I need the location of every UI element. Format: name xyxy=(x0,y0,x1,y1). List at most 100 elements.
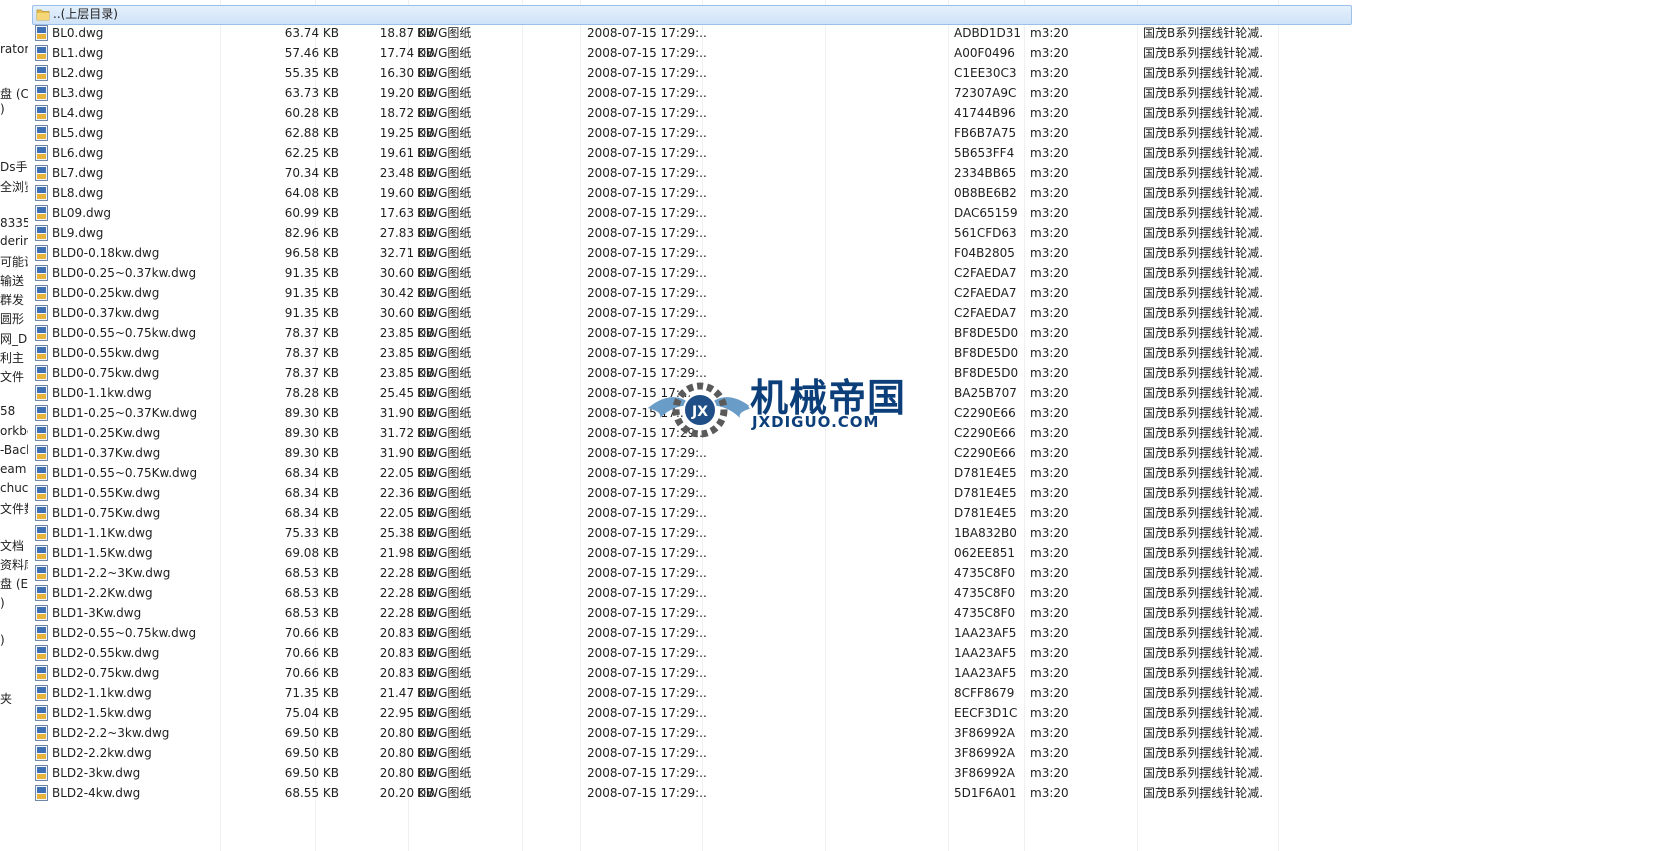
table-row[interactable]: BL3.dwg 63.73 KB 19.20 KB DWG图纸 2008-07-15 1… xyxy=(32,83,1352,104)
parent-directory-label: ..(上层目录) xyxy=(53,7,118,21)
file-type-cell: DWG图纸 xyxy=(417,66,472,80)
nav-item[interactable]: 文件数 xyxy=(0,500,28,517)
parent-directory-row[interactable]: ..(上层目录) xyxy=(32,5,1352,25)
modified-date-cell: 2008-07-15 17:29:... xyxy=(587,766,707,780)
nav-item[interactable]: eam F xyxy=(0,462,28,476)
table-row[interactable]: BLD2-0.55kw.dwg 70.66 KB 20.83 KB DWG图纸 2008… xyxy=(32,643,1352,664)
table-row[interactable]: BLD1-3Kw.dwg 68.53 KB 22.28 KB DWG图纸 2008-07… xyxy=(32,603,1352,624)
version-cell: m3:20 xyxy=(1030,126,1069,140)
version-cell: m3:20 xyxy=(1030,586,1069,600)
table-row[interactable]: BLD2-1.5kw.dwg 75.04 KB 22.95 KB DWG图纸 2008-… xyxy=(32,703,1352,724)
table-row[interactable]: BL09.dwg 60.99 KB 17.63 KB DWG图纸 2008-07-15 … xyxy=(32,203,1352,224)
table-row[interactable]: BLD1-2.2Kw.dwg 68.53 KB 22.28 KB DWG图纸 2008-… xyxy=(32,583,1352,604)
table-row[interactable]: BLD1-0.55~0.75Kw.dwg 68.34 KB 22.05 KB DWG图… xyxy=(32,463,1352,484)
nav-item[interactable]: orkbe xyxy=(0,424,28,438)
nav-item[interactable]: -Back xyxy=(0,443,28,457)
version-cell: m3:20 xyxy=(1030,386,1069,400)
file-type-cell: DWG图纸 xyxy=(417,266,472,280)
table-row[interactable]: BLD2-3kw.dwg 69.50 KB 20.80 KB DWG图纸 2008-07… xyxy=(32,763,1352,784)
table-row[interactable]: BLD0-0.25kw.dwg 91.35 KB 30.42 KB DWG图纸 2008… xyxy=(32,283,1352,304)
nav-item[interactable]: 盘 (C:) xyxy=(0,85,28,102)
crc-cell: C2290E66 xyxy=(954,446,1016,460)
table-row[interactable]: BL8.dwg 64.08 KB 19.60 KB DWG图纸 2008-07-15 1… xyxy=(32,183,1352,204)
description-cell: 国茂B系列摆线针轮减... xyxy=(1143,506,1263,520)
table-row[interactable]: BLD1-2.2~3Kw.dwg 68.53 KB 22.28 KB DWG图纸 200… xyxy=(32,563,1352,584)
table-row[interactable]: BLD2-2.2kw.dwg 69.50 KB 20.80 KB DWG图纸 2008-… xyxy=(32,743,1352,764)
description-cell: 国茂B系列摆线针轮减... xyxy=(1143,46,1263,60)
table-row[interactable]: BL6.dwg 62.25 KB 19.61 KB DWG图纸 2008-07-15 1… xyxy=(32,143,1352,164)
file-size-cell: 78.37 KB xyxy=(284,346,339,360)
nav-item[interactable]: 全浏览 xyxy=(0,178,28,195)
file-size-cell: 96.58 KB xyxy=(284,246,339,260)
nav-item[interactable]: ) xyxy=(0,633,5,647)
nav-item[interactable]: 圆形 xyxy=(0,310,24,327)
table-row[interactable]: BLD2-1.1kw.dwg 71.35 KB 21.47 KB DWG图纸 2008-… xyxy=(32,683,1352,704)
file-name-cell: BLD1-2.2~3Kw.dwg xyxy=(52,566,171,580)
table-row[interactable]: BLD2-4kw.dwg 68.55 KB 20.20 KB DWG图纸 2008-07… xyxy=(32,783,1352,804)
nav-item[interactable]: chuch xyxy=(0,481,28,495)
navigation-pane[interactable]: rator 盘 (C:)) Ds手机全浏览 8335f6 dering 可能说输送群发圆形… xyxy=(0,0,28,851)
table-row[interactable]: BLD1-1.5Kw.dwg 69.08 KB 21.98 KB DWG图纸 2008-… xyxy=(32,543,1352,564)
table-row[interactable]: BL1.dwg 57.46 KB 17.74 KB DWG图纸 2008-07-15 1… xyxy=(32,43,1352,64)
table-row[interactable]: BLD0-0.25~0.37kw.dwg 91.35 KB 30.60 KB DWG图… xyxy=(32,263,1352,284)
nav-item[interactable]: 8335f6 xyxy=(0,216,28,230)
file-name-cell: BL09.dwg xyxy=(52,206,112,220)
nav-item[interactable]: 文件 xyxy=(0,368,24,385)
nav-item[interactable]: dering xyxy=(0,234,28,248)
description-cell: 国茂B系列摆线针轮减... xyxy=(1143,566,1263,580)
nav-item[interactable]: 盘 (E:) xyxy=(0,575,28,592)
table-row[interactable]: BL4.dwg 60.28 KB 18.72 KB DWG图纸 2008-07-15 1… xyxy=(32,103,1352,124)
file-name-cell: BL1.dwg xyxy=(52,46,104,60)
file-name-cell: BLD1-0.55~0.75Kw.dwg xyxy=(52,466,198,480)
nav-item[interactable]: ) xyxy=(0,596,5,610)
table-row[interactable]: BL0.dwg 63.74 KB 18.87 KB DWG图纸 2008-07-15 1… xyxy=(32,23,1352,44)
nav-item[interactable]: 利主 xyxy=(0,349,24,366)
file-size-cell: 71.35 KB xyxy=(284,686,339,700)
folder-icon xyxy=(36,9,50,21)
table-row[interactable]: BL7.dwg 70.34 KB 23.48 KB DWG图纸 2008-07-15 1… xyxy=(32,163,1352,184)
table-row[interactable]: BLD1-0.75Kw.dwg 68.34 KB 22.05 KB DWG图纸 2008… xyxy=(32,503,1352,524)
nav-item[interactable]: rator xyxy=(0,42,28,56)
dwg-file-icon xyxy=(35,545,48,561)
table-row[interactable]: BLD0-0.55~0.75kw.dwg 78.37 KB 23.85 KB DWG图… xyxy=(32,323,1352,344)
file-name-cell: BL0.dwg xyxy=(52,26,104,40)
description-cell: 国茂B系列摆线针轮减... xyxy=(1143,66,1263,80)
table-row[interactable]: BLD2-0.75kw.dwg 70.66 KB 20.83 KB DWG图纸 2008… xyxy=(32,663,1352,684)
nav-item[interactable]: 群发 xyxy=(0,291,24,308)
table-row[interactable]: BLD2-0.55~0.75kw.dwg 70.66 KB 20.83 KB DWG图… xyxy=(32,623,1352,644)
nav-item[interactable]: 58 xyxy=(0,404,15,418)
file-type-cell: DWG图纸 xyxy=(417,286,472,300)
file-name-cell: BL6.dwg xyxy=(52,146,104,160)
file-type-cell: DWG图纸 xyxy=(417,766,472,780)
nav-item[interactable]: 输送 xyxy=(0,272,24,289)
nav-item[interactable]: 网_D xyxy=(0,330,27,347)
version-cell: m3:20 xyxy=(1030,526,1069,540)
table-row[interactable]: BLD1-0.55Kw.dwg 68.34 KB 22.36 KB DWG图纸 2008… xyxy=(32,483,1352,504)
table-row[interactable]: BLD1-1.1Kw.dwg 75.33 KB 25.38 KB DWG图纸 2008-… xyxy=(32,523,1352,544)
nav-item[interactable]: 夹 xyxy=(0,690,12,707)
modified-date-cell: 2008-07-15 17:29:... xyxy=(587,46,707,60)
nav-item[interactable]: ) xyxy=(0,102,5,116)
nav-item[interactable]: Ds手机 xyxy=(0,158,28,175)
table-row[interactable]: BLD0-0.37kw.dwg 91.35 KB 30.60 KB DWG图纸 2008… xyxy=(32,303,1352,324)
modified-date-cell: 2008-07-15 17:29:... xyxy=(587,126,707,140)
table-row[interactable]: BLD0-0.55kw.dwg 78.37 KB 23.85 KB DWG图纸 2008… xyxy=(32,343,1352,364)
nav-item[interactable]: 资料库 xyxy=(0,556,28,573)
table-row[interactable]: BL5.dwg 62.88 KB 19.25 KB DWG图纸 2008-07-15 1… xyxy=(32,123,1352,144)
nav-item[interactable]: 可能说 xyxy=(0,253,28,270)
description-cell: 国茂B系列摆线针轮减... xyxy=(1143,726,1263,740)
file-type-cell: DWG图纸 xyxy=(417,366,472,380)
table-row[interactable]: BL2.dwg 55.35 KB 16.30 KB DWG图纸 2008-07-15 1… xyxy=(32,63,1352,84)
file-type-cell: DWG图纸 xyxy=(417,106,472,120)
table-row[interactable]: BLD2-2.2~3kw.dwg 69.50 KB 20.80 KB DWG图纸 200… xyxy=(32,723,1352,744)
table-row[interactable]: BLD0-0.18kw.dwg 96.58 KB 32.71 KB DWG图纸 2008… xyxy=(32,243,1352,264)
file-size-cell: 69.50 KB xyxy=(284,726,339,740)
table-row[interactable]: BL9.dwg 82.96 KB 27.83 KB DWG图纸 2008-07-15 1… xyxy=(32,223,1352,244)
file-size-cell: 78.28 KB xyxy=(284,386,339,400)
nav-item[interactable]: 文档 xyxy=(0,537,24,554)
file-type-cell: DWG图纸 xyxy=(417,326,472,340)
description-cell: 国茂B系列摆线针轮减... xyxy=(1143,326,1263,340)
version-cell: m3:20 xyxy=(1030,206,1069,220)
file-name-cell: BLD2-2.2kw.dwg xyxy=(52,746,152,760)
file-type-cell: DWG图纸 xyxy=(417,486,472,500)
